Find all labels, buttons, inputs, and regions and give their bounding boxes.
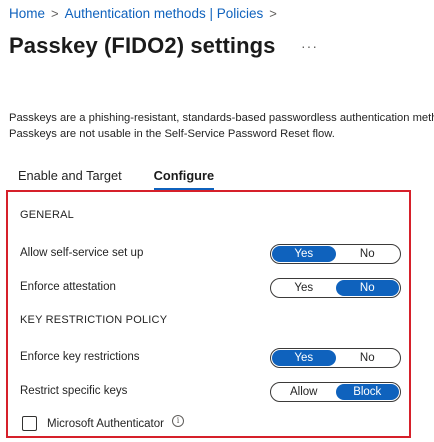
allow-self-service-no-option[interactable]: No	[336, 246, 400, 262]
more-options-button[interactable]: ···	[301, 38, 318, 54]
description-line-1: Passkeys are a phishing-resistant, stand…	[9, 112, 434, 124]
description-line-2: Passkeys are not usable in the Self-Serv…	[9, 128, 335, 140]
restrict-specific-keys-toggle[interactable]: Allow Block	[270, 382, 401, 402]
page-title: Passkey (FIDO2) settings	[9, 33, 276, 58]
enforce-key-restrictions-yes-option[interactable]: Yes	[272, 350, 336, 366]
enforce-key-restrictions-toggle[interactable]: Yes No	[270, 348, 401, 368]
breadcrumb-separator-icon: >	[51, 6, 59, 21]
key-restriction-section-heading: KEY RESTRICTION POLICY	[20, 314, 168, 326]
breadcrumb: Home > Authentication methods | Policies…	[9, 6, 283, 21]
breadcrumb-auth-methods-link[interactable]: Authentication methods | Policies	[65, 6, 264, 21]
allow-self-service-label: Allow self-service set up	[20, 247, 144, 259]
enforce-attestation-yes-option[interactable]: Yes	[272, 280, 336, 296]
microsoft-authenticator-checkbox[interactable]	[22, 416, 37, 431]
allow-self-service-yes-option[interactable]: Yes	[272, 246, 336, 262]
info-icon[interactable]: i	[171, 414, 184, 427]
enforce-attestation-label: Enforce attestation	[20, 281, 116, 293]
restrict-keys-allow-option[interactable]: Allow	[272, 384, 336, 400]
enforce-attestation-no-option[interactable]: No	[335, 280, 399, 296]
description-text: Passkeys are a phishing-resistant, stand…	[9, 110, 434, 142]
microsoft-authenticator-row[interactable]: Microsoft Authenticator i	[22, 414, 184, 431]
tab-configure[interactable]: Configure	[145, 164, 223, 190]
enforce-attestation-toggle[interactable]: Yes No	[270, 278, 401, 298]
tab-enable-and-target[interactable]: Enable and Target	[9, 164, 131, 190]
restrict-specific-keys-label: Restrict specific keys	[20, 385, 128, 397]
enforce-key-restrictions-no-option[interactable]: No	[336, 350, 400, 366]
restrict-keys-block-option[interactable]: Block	[335, 384, 399, 400]
allow-self-service-toggle[interactable]: Yes No	[270, 244, 401, 264]
breadcrumb-separator-icon: >	[269, 6, 277, 21]
enforce-key-restrictions-label: Enforce key restrictions	[20, 351, 140, 363]
breadcrumb-home-link[interactable]: Home	[9, 6, 45, 21]
configure-panel: GENERAL Allow self-service set up Yes No…	[6, 190, 411, 438]
general-section-heading: GENERAL	[20, 209, 74, 221]
tab-bar: Enable and Target Configure	[9, 164, 434, 190]
microsoft-authenticator-label: Microsoft Authenticator	[47, 417, 164, 430]
